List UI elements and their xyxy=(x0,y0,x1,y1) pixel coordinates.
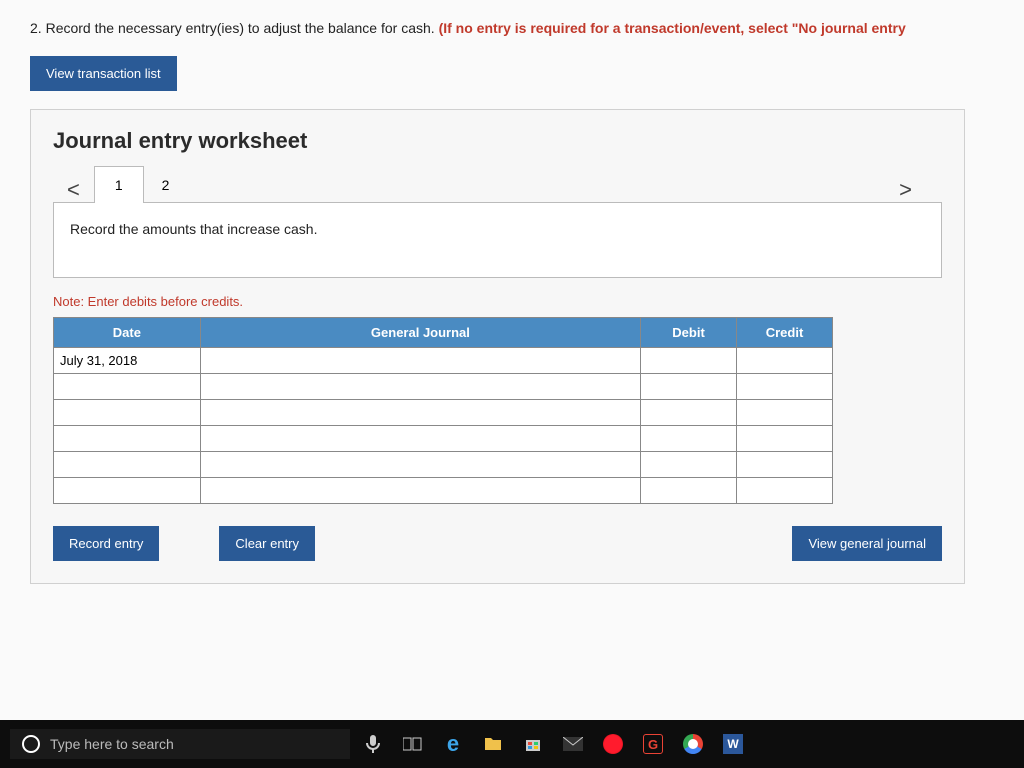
mail-icon[interactable] xyxy=(556,727,590,761)
cell-date[interactable]: July 31, 2018 xyxy=(54,348,201,374)
col-credit: Credit xyxy=(737,318,833,348)
cell-credit[interactable] xyxy=(737,452,833,478)
tab-1[interactable]: 1 xyxy=(94,166,144,203)
table-row xyxy=(54,426,833,452)
record-entry-button[interactable]: Record entry xyxy=(53,526,159,561)
table-row xyxy=(54,452,833,478)
windows-taskbar: Type here to search e G W xyxy=(0,720,1024,768)
search-placeholder: Type here to search xyxy=(50,736,174,752)
cortana-icon xyxy=(22,735,40,753)
cell-debit[interactable] xyxy=(641,348,737,374)
question-body: Record the necessary entry(ies) to adjus… xyxy=(46,20,435,36)
journal-table: Date General Journal Debit Credit July 3… xyxy=(53,317,833,504)
cell-debit[interactable] xyxy=(641,374,737,400)
table-row xyxy=(54,400,833,426)
taskbar-search[interactable]: Type here to search xyxy=(10,729,350,759)
clear-entry-button[interactable]: Clear entry xyxy=(219,526,315,561)
cell-journal[interactable] xyxy=(200,374,640,400)
question-number: 2. xyxy=(30,20,42,36)
cell-journal[interactable] xyxy=(200,452,640,478)
view-transaction-list-button[interactable]: View transaction list xyxy=(30,56,177,91)
cell-journal[interactable] xyxy=(200,348,640,374)
cell-credit[interactable] xyxy=(737,374,833,400)
journal-worksheet-card: Journal entry worksheet < 1 2 > Record t… xyxy=(30,109,965,584)
cell-journal[interactable] xyxy=(200,426,640,452)
col-date: Date xyxy=(54,318,201,348)
cell-date[interactable] xyxy=(54,452,201,478)
cell-credit[interactable] xyxy=(737,426,833,452)
cell-journal[interactable] xyxy=(200,400,640,426)
cell-date[interactable] xyxy=(54,374,201,400)
opera-icon[interactable] xyxy=(596,727,630,761)
instruction-box: Record the amounts that increase cash. xyxy=(53,202,942,278)
action-row: Record entry Clear entry View general jo… xyxy=(53,526,942,561)
cell-credit[interactable] xyxy=(737,400,833,426)
question-text: 2. Record the necessary entry(ies) to ad… xyxy=(30,20,994,36)
prev-entry-arrow[interactable]: < xyxy=(53,177,94,203)
cell-debit[interactable] xyxy=(641,478,737,504)
mic-icon[interactable] xyxy=(356,727,390,761)
chrome-icon[interactable] xyxy=(676,727,710,761)
cell-journal[interactable] xyxy=(200,478,640,504)
cell-date[interactable] xyxy=(54,478,201,504)
tab-row: < 1 2 > xyxy=(53,166,942,203)
table-row: July 31, 2018 xyxy=(54,348,833,374)
note-text: Note: Enter debits before credits. xyxy=(53,294,942,309)
cell-date[interactable] xyxy=(54,426,201,452)
cell-debit[interactable] xyxy=(641,426,737,452)
cell-credit[interactable] xyxy=(737,348,833,374)
cell-debit[interactable] xyxy=(641,400,737,426)
file-explorer-icon[interactable] xyxy=(476,727,510,761)
cell-credit[interactable] xyxy=(737,478,833,504)
worksheet-title: Journal entry worksheet xyxy=(53,128,942,154)
col-general-journal: General Journal xyxy=(200,318,640,348)
table-row xyxy=(54,374,833,400)
table-row xyxy=(54,478,833,504)
task-view-icon[interactable] xyxy=(396,727,430,761)
edge-browser-icon[interactable]: e xyxy=(436,727,470,761)
view-general-journal-button[interactable]: View general journal xyxy=(792,526,942,561)
tab-2[interactable]: 2 xyxy=(144,167,188,203)
word-icon[interactable]: W xyxy=(716,727,750,761)
question-hint: (If no entry is required for a transacti… xyxy=(439,20,906,36)
cell-date[interactable] xyxy=(54,400,201,426)
col-debit: Debit xyxy=(641,318,737,348)
next-entry-arrow[interactable]: > xyxy=(885,177,942,203)
cell-debit[interactable] xyxy=(641,452,737,478)
microsoft-store-icon[interactable] xyxy=(516,727,550,761)
google-app-icon[interactable]: G xyxy=(636,727,670,761)
